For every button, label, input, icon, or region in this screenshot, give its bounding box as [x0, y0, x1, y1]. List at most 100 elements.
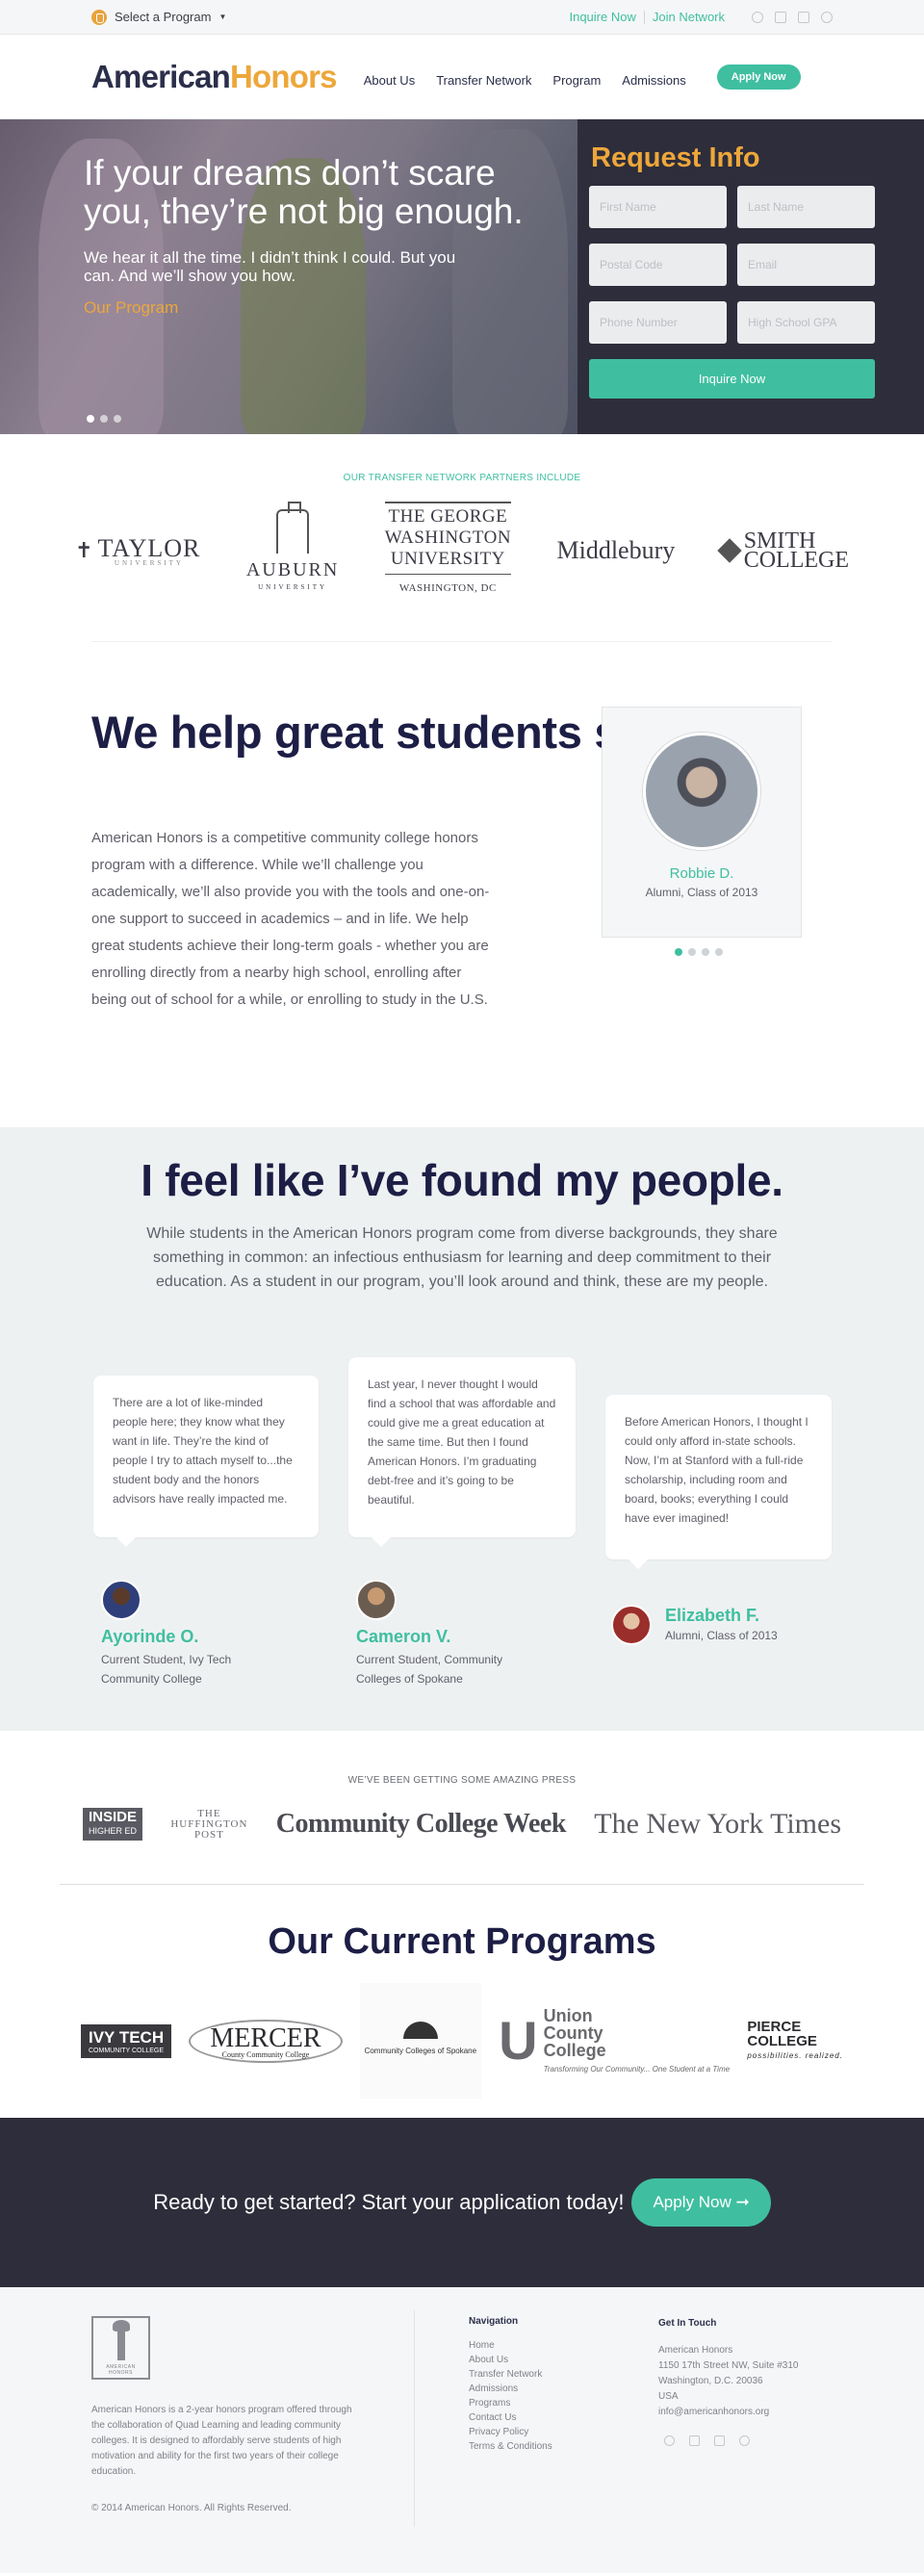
union-u-mark: U — [499, 2010, 538, 2071]
carousel-dot[interactable] — [100, 415, 108, 423]
footer-link-contact[interactable]: Contact Us — [469, 2410, 552, 2425]
instagram-icon[interactable] — [798, 11, 809, 23]
nav-admissions[interactable]: Admissions — [622, 73, 685, 88]
community-college-week-logo: Community College Week — [275, 1809, 567, 1839]
top-bar: Select a Program ▼ Inquire Now Join Netw… — [0, 0, 924, 35]
inside-line: HIGHER ED — [89, 1826, 138, 1836]
nav-transfer-network[interactable]: Transfer Network — [436, 73, 531, 88]
logo-word-honors: Honors — [230, 58, 338, 94]
cta-apply-button[interactable]: Apply Now ➞ — [631, 2178, 771, 2227]
nav-links: About Us Transfer Network Program Admiss… — [364, 73, 686, 88]
ivy-tech-logo[interactable]: IVY TECH COMMUNITY COLLEGE — [81, 2023, 172, 2058]
testimonial-person: Ayorinde O. Current Student, Ivy Tech Co… — [101, 1580, 265, 1688]
facebook-icon[interactable] — [689, 2435, 700, 2446]
shield-icon — [716, 537, 742, 563]
program-select-label: Select a Program — [115, 10, 212, 24]
footer-link-home[interactable]: Home — [469, 2338, 552, 2353]
footer-logo[interactable]: AMERICAN HONORS — [91, 2316, 150, 2380]
pinterest-icon[interactable] — [821, 11, 833, 23]
main-nav: AmericanHonors About Us Transfer Network… — [0, 35, 924, 119]
join-network-link[interactable]: Join Network — [653, 10, 725, 24]
carousel-dot[interactable] — [702, 948, 709, 956]
carousel-dot[interactable] — [87, 415, 94, 423]
auburn-name: AUBURN — [245, 559, 340, 580]
hero-carousel-dots — [87, 415, 121, 423]
gwu-line: THE GEORGE — [388, 506, 508, 527]
footer-navigation: Navigation Home About Us Transfer Networ… — [469, 2316, 552, 2454]
site-logo[interactable]: AmericanHonors — [91, 58, 338, 95]
testimonial-name: Ayorinde O. — [101, 1627, 199, 1646]
smith-line: COLLEGE — [743, 547, 849, 573]
gwu-line: WASHINGTON — [384, 528, 512, 548]
footer-link-terms[interactable]: Terms & Conditions — [469, 2439, 552, 2454]
huff-line: HUFFINGTON — [170, 1817, 248, 1830]
instagram-icon[interactable] — [714, 2435, 725, 2446]
contact-email[interactable]: info@americanhonors.org — [658, 2405, 798, 2420]
middlebury-logo: Middlebury — [556, 535, 676, 564]
inside-higher-ed-logo: INSIDE HIGHER ED — [83, 1808, 143, 1841]
facebook-icon[interactable] — [775, 11, 786, 23]
torch-icon — [112, 2320, 130, 2360]
people-intro: While students in the American Honors pr… — [146, 1225, 778, 1290]
carousel-dot[interactable] — [688, 948, 696, 956]
footer-link-about[interactable]: About Us — [469, 2353, 552, 2367]
student-avatar — [643, 733, 760, 850]
hero-subtext: We hear it all the time. I didn’t think … — [84, 248, 456, 285]
inquire-now-link[interactable]: Inquire Now — [569, 10, 635, 24]
footer-link-programs[interactable]: Programs — [469, 2396, 552, 2410]
avatar — [356, 1580, 397, 1620]
pinterest-icon[interactable] — [739, 2435, 750, 2446]
mountain-icon — [402, 2022, 438, 2039]
cross-icon: ✝ — [75, 537, 94, 562]
smith-college-logo: SMITH COLLEGE — [716, 529, 849, 573]
ivy-line: IVY TECH — [89, 2027, 165, 2047]
press-logos: INSIDE HIGHER ED THE HUFFINGTON POST Com… — [83, 1808, 841, 1841]
request-info-title: Request Info — [591, 142, 760, 173]
inquire-now-button[interactable]: Inquire Now — [589, 359, 875, 399]
press-section: WE’VE BEEN GETTING SOME AMAZING PRESS IN… — [60, 1731, 864, 1885]
last-name-field[interactable] — [737, 186, 875, 228]
carousel-dot[interactable] — [114, 415, 121, 423]
union-line: County — [543, 2023, 603, 2043]
union-county-logo[interactable]: U Union County College Transforming Our … — [499, 2007, 730, 2074]
testimonial-name: Elizabeth F. — [665, 1605, 760, 1625]
footer: AMERICAN HONORS American Honors is a 2-y… — [0, 2287, 924, 2573]
mercer-logo[interactable]: MERCER County Community College — [189, 2019, 343, 2063]
student-role: Alumni, Class of 2013 — [645, 886, 758, 899]
gwu-logo: THE GEORGE WASHINGTON UNIVERSITY WASHING… — [384, 502, 512, 599]
pierce-college-logo[interactable]: PIERCE COLLEGE possibilities. realized. — [747, 2020, 843, 2063]
ivy-line: COMMUNITY COLLEGE — [89, 2047, 165, 2054]
footer-link-admissions[interactable]: Admissions — [469, 2382, 552, 2396]
carousel-dot[interactable] — [675, 948, 682, 956]
first-name-field[interactable] — [589, 186, 727, 228]
footer-contact: Get In Touch American Honors 1150 17th S… — [658, 2316, 798, 2446]
footer-link-privacy[interactable]: Privacy Policy — [469, 2425, 552, 2439]
footer-about: American Honors is a 2-year honors progr… — [91, 2405, 352, 2477]
testimonial-name: Cameron V. — [356, 1627, 451, 1646]
gpa-field[interactable] — [737, 301, 875, 344]
hero-image: If your dreams don’t scare you, they’re … — [0, 119, 578, 434]
mercer-line: County Community College — [221, 2049, 310, 2059]
twitter-icon[interactable] — [664, 2435, 675, 2446]
spokane-logo[interactable]: Community Colleges of Spokane — [359, 1983, 481, 2099]
hero: If your dreams don’t scare you, they’re … — [0, 119, 924, 434]
postal-code-field[interactable] — [589, 244, 727, 286]
partner-logos: ✝ TAYLOR UNIVERSITY AUBURN UNIVERSITY TH… — [75, 502, 849, 599]
email-field[interactable] — [737, 244, 875, 286]
program-flag-icon — [91, 9, 107, 25]
program-select-dropdown[interactable]: Select a Program ▼ — [91, 9, 226, 25]
testimonial-quote: Last year, I never thought I would find … — [348, 1357, 576, 1547]
twitter-icon[interactable] — [752, 11, 763, 23]
huff-line: POST — [193, 1828, 224, 1841]
our-program-link[interactable]: Our Program — [84, 298, 536, 318]
phone-field[interactable] — [589, 301, 727, 344]
testimonials-section: I feel like I’ve found my people. While … — [0, 1127, 924, 1731]
programs-section: Our Current Programs IVY TECH COMMUNITY … — [0, 1885, 924, 2118]
nav-program[interactable]: Program — [552, 73, 601, 88]
contact-line: American Honors — [658, 2345, 733, 2356]
footer-link-transfer[interactable]: Transfer Network — [469, 2367, 552, 2382]
new-york-times-logo: The New York Times — [594, 1808, 841, 1840]
apply-now-button[interactable]: Apply Now — [716, 64, 801, 90]
carousel-dot[interactable] — [715, 948, 723, 956]
nav-about-us[interactable]: About Us — [364, 73, 415, 88]
